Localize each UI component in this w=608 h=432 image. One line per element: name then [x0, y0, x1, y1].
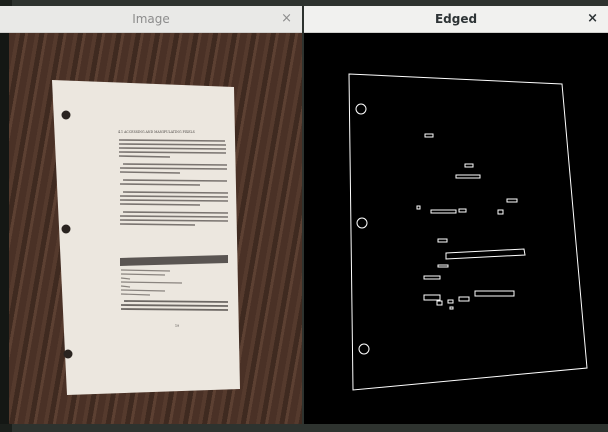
- text-contour: [430, 209, 457, 214]
- text-contour: [437, 238, 448, 243]
- edged-window-titlebar[interactable]: Edged ×: [304, 6, 608, 33]
- close-icon[interactable]: ×: [587, 10, 598, 28]
- text-contour: [455, 174, 481, 179]
- image-canvas: 4.1 ACCESSING AND MANIPULATING PIXELS 19: [0, 33, 302, 424]
- edge-map: [348, 73, 588, 391]
- hole-contour: [358, 343, 370, 355]
- image-window: Image × 4.1 ACCESSING AND MANIPULATING P…: [0, 6, 302, 424]
- text-contour: [497, 209, 504, 215]
- text-contour: [437, 264, 449, 268]
- text-contour: [449, 306, 454, 310]
- edged-window: Edged ×: [304, 6, 608, 424]
- edged-window-title: Edged: [434, 12, 478, 26]
- punch-hole: [61, 224, 71, 234]
- close-icon[interactable]: ×: [281, 10, 292, 28]
- text-contour: [447, 299, 454, 304]
- listing-contour: [445, 248, 526, 260]
- punch-hole: [61, 110, 71, 120]
- text-contour: [423, 294, 441, 301]
- text-contour: [416, 205, 421, 210]
- text-contour: [424, 133, 434, 138]
- hole-contour: [356, 217, 368, 229]
- text-contour: [436, 300, 443, 306]
- hole-contour: [355, 103, 367, 115]
- text-contour: [464, 163, 474, 168]
- punch-hole: [63, 349, 73, 359]
- text-contour: [474, 290, 515, 297]
- image-window-titlebar[interactable]: Image ×: [0, 6, 302, 33]
- page-contour: [348, 73, 588, 391]
- paper-sheet: [52, 80, 240, 395]
- doc-heading: 4.1 ACCESSING AND MANIPULATING PIXELS: [118, 130, 195, 134]
- document-photo: 4.1 ACCESSING AND MANIPULATING PIXELS 19: [52, 80, 240, 395]
- text-contour: [458, 296, 470, 302]
- text-contour: [423, 275, 441, 280]
- image-window-title: Image: [132, 12, 170, 26]
- text-contour: [458, 208, 467, 213]
- edge-canvas: [304, 33, 608, 424]
- text-contour: [506, 198, 518, 203]
- page-number: 19: [175, 324, 179, 328]
